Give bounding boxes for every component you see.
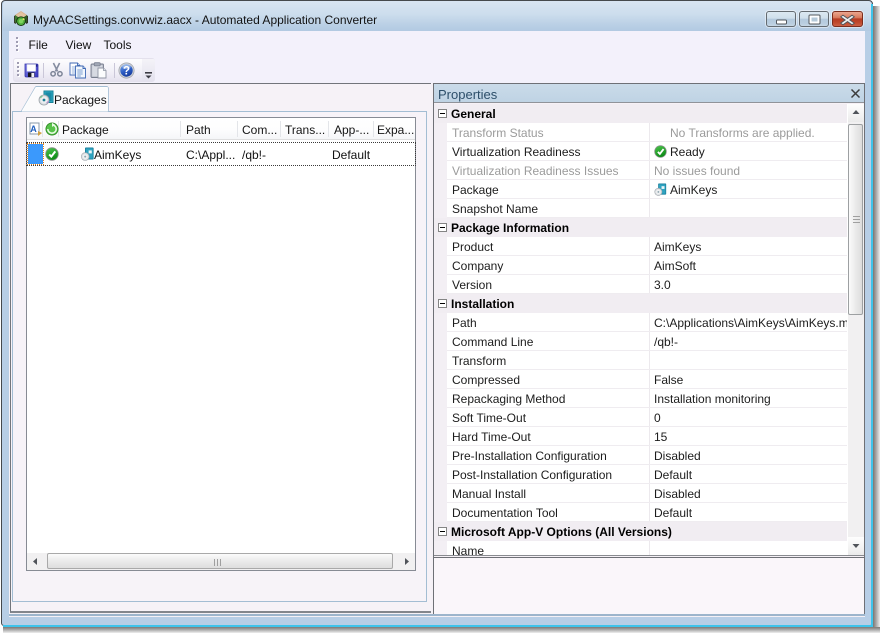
svg-text:?: ? (123, 66, 130, 78)
svg-text:A: A (30, 124, 37, 134)
